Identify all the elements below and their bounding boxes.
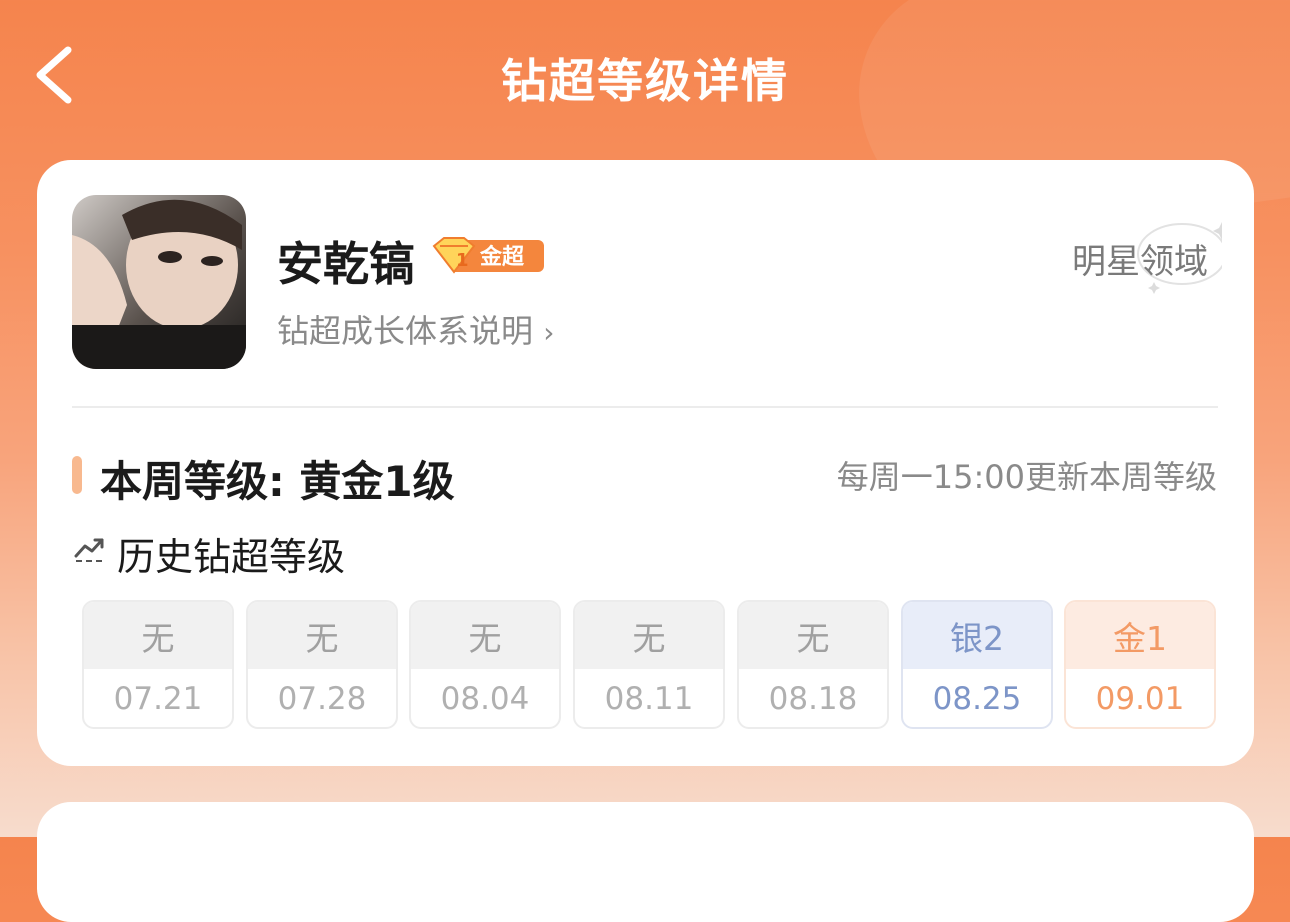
username: 安乾镐 bbox=[277, 237, 415, 291]
history-cell: 金1 09.01 bbox=[1064, 600, 1216, 729]
history-level: 无 bbox=[84, 602, 232, 669]
history-level: 无 bbox=[739, 602, 887, 669]
history-level: 银2 bbox=[903, 602, 1051, 669]
level-card: 安乾镐 1 金超 钻超成长体系说明 › 明星领域 本周等级: 黄金1级 每周一1… bbox=[37, 160, 1254, 766]
trend-icon bbox=[74, 538, 104, 562]
current-level-title: 本周等级: 黄金1级 bbox=[100, 457, 455, 506]
history-date: 08.11 bbox=[604, 681, 694, 717]
divider bbox=[72, 406, 1218, 408]
history-level: 金1 bbox=[1066, 602, 1214, 669]
history-date: 08.04 bbox=[440, 681, 530, 717]
domain-label: 明星领域 bbox=[1072, 242, 1208, 282]
history-level-list: 无 07.21 无 07.28 无 08.04 无 08.11 无 08.18 … bbox=[82, 600, 1218, 731]
history-cell: 无 07.28 bbox=[246, 600, 398, 729]
history-date: 07.21 bbox=[113, 681, 203, 717]
badge-label: 金超 bbox=[480, 245, 525, 270]
history-date: 08.18 bbox=[768, 681, 858, 717]
gold-super-badge: 1 金超 bbox=[430, 236, 546, 276]
history-date: 09.01 bbox=[1095, 681, 1185, 717]
update-note: 每周一15:00更新本周等级 bbox=[836, 458, 1217, 496]
accent-bar bbox=[72, 456, 82, 494]
diamond-icon: 1 bbox=[456, 250, 469, 271]
next-card bbox=[37, 802, 1254, 922]
history-date: 08.25 bbox=[932, 681, 1022, 717]
history-cell: 银2 08.25 bbox=[901, 600, 1053, 729]
history-date: 07.28 bbox=[277, 681, 367, 717]
history-title: 历史钻超等级 bbox=[117, 535, 346, 579]
history-cell: 无 08.18 bbox=[737, 600, 889, 729]
chevron-right-icon: › bbox=[543, 316, 555, 349]
history-level: 无 bbox=[248, 602, 396, 669]
history-level: 无 bbox=[575, 602, 723, 669]
growth-link-label: 钻超成长体系说明 bbox=[277, 312, 534, 350]
avatar[interactable] bbox=[72, 195, 246, 369]
growth-system-link[interactable]: 钻超成长体系说明 › bbox=[277, 306, 554, 352]
history-cell: 无 07.21 bbox=[82, 600, 234, 729]
domain-tag: 明星领域 bbox=[1072, 216, 1222, 296]
page-title: 钻超等级详情 bbox=[501, 54, 789, 108]
history-cell: 无 08.04 bbox=[409, 600, 561, 729]
history-level: 无 bbox=[411, 602, 559, 669]
history-cell: 无 08.11 bbox=[573, 600, 725, 729]
